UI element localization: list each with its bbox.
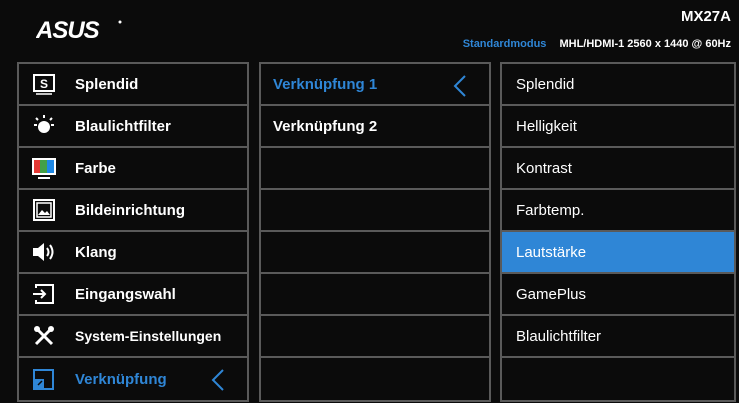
options-panel: Splendid Helligkeit Kontrast Farbtemp. L… bbox=[500, 62, 736, 402]
submenu-item-verknuepfung-1[interactable]: Verknüpfung 1 bbox=[261, 64, 489, 106]
option-label: Farbtemp. bbox=[516, 201, 585, 219]
menu-item-bildeinrichtung[interactable]: Bildeinrichtung bbox=[19, 190, 247, 232]
submenu-empty-row bbox=[261, 148, 489, 190]
menu-item-eingangswahl[interactable]: Eingangswahl bbox=[19, 274, 247, 316]
option-splendid[interactable]: Splendid bbox=[502, 64, 734, 106]
tools-icon bbox=[31, 323, 57, 349]
menu-item-verknuepfung[interactable]: Verknüpfung bbox=[19, 358, 247, 400]
chevron-left-icon bbox=[211, 368, 225, 397]
option-kontrast[interactable]: Kontrast bbox=[502, 148, 734, 190]
blue-light-icon bbox=[31, 113, 57, 139]
model-name: MX27A bbox=[680, 8, 731, 25]
svg-text:ASUS: ASUS bbox=[36, 18, 100, 40]
submenu-empty-row bbox=[261, 358, 489, 400]
shortcut-icon bbox=[31, 366, 57, 392]
input-icon bbox=[31, 281, 57, 307]
option-helligkeit[interactable]: Helligkeit bbox=[502, 106, 734, 148]
option-empty-row bbox=[502, 358, 734, 400]
menu-item-label: Bildeinrichtung bbox=[75, 201, 185, 219]
option-lautstaerke[interactable]: Lautstärke bbox=[502, 232, 734, 274]
menu-item-label: Verknüpfung bbox=[75, 370, 167, 388]
color-icon bbox=[31, 155, 57, 181]
status-line: Standardmodus MHL/HDMI-1 2560 x 1440 @ 6… bbox=[463, 38, 731, 50]
menu-item-label: Blaulichtfilter bbox=[75, 117, 171, 135]
menu-item-system-einstellungen[interactable]: System-Einstellungen bbox=[19, 316, 247, 358]
option-label: Blaulichtfilter bbox=[516, 327, 602, 345]
option-label: GamePlus bbox=[516, 285, 587, 303]
chevron-left-icon bbox=[453, 74, 467, 103]
option-farbtemp[interactable]: Farbtemp. bbox=[502, 190, 734, 232]
submenu-empty-row bbox=[261, 274, 489, 316]
submenu-empty-row bbox=[261, 190, 489, 232]
menu-item-label: Eingangswahl bbox=[75, 285, 176, 303]
menu-item-label: Klang bbox=[75, 243, 117, 261]
menu-item-label: Farbe bbox=[75, 159, 116, 177]
splendid-icon: S bbox=[31, 71, 57, 97]
option-label: Lautstärke bbox=[516, 243, 587, 261]
option-label: Splendid bbox=[516, 75, 575, 93]
main-menu: S Splendid Blaulichtfilter Farbe Bildein… bbox=[17, 62, 249, 402]
option-blaulichtfilter[interactable]: Blaulichtfilter bbox=[502, 316, 734, 358]
option-label: Helligkeit bbox=[516, 117, 577, 135]
option-label: Kontrast bbox=[516, 159, 572, 177]
svg-text:S: S bbox=[40, 77, 48, 91]
asus-logo: ASUS bbox=[35, 17, 122, 45]
image-icon bbox=[31, 197, 57, 223]
submenu-item-label: Verknüpfung 2 bbox=[273, 117, 378, 135]
menu-item-splendid[interactable]: S Splendid bbox=[19, 64, 247, 106]
submenu-item-verknuepfung-2[interactable]: Verknüpfung 2 bbox=[261, 106, 489, 148]
submenu-empty-row bbox=[261, 316, 489, 358]
menu-item-label: Splendid bbox=[75, 75, 139, 93]
menu-item-klang[interactable]: Klang bbox=[19, 232, 247, 274]
submenu-empty-row bbox=[261, 232, 489, 274]
submenu-item-label: Verknüpfung 1 bbox=[273, 75, 378, 93]
option-gameplus[interactable]: GamePlus bbox=[502, 274, 734, 316]
menu-item-blaulichtfilter[interactable]: Blaulichtfilter bbox=[19, 106, 247, 148]
speaker-icon bbox=[31, 239, 57, 265]
input-resolution: MHL/HDMI-1 2560 x 1440 @ 60Hz bbox=[559, 38, 731, 50]
menu-item-label: System-Einstellungen bbox=[75, 328, 222, 344]
submenu-panel: Verknüpfung 1 Verknüpfung 2 bbox=[259, 62, 491, 402]
osd-header: ASUS MX27A Standardmodus MHL/HDMI-1 2560… bbox=[0, 0, 739, 62]
menu-item-farbe[interactable]: Farbe bbox=[19, 148, 247, 190]
color-mode: Standardmodus bbox=[462, 38, 547, 50]
